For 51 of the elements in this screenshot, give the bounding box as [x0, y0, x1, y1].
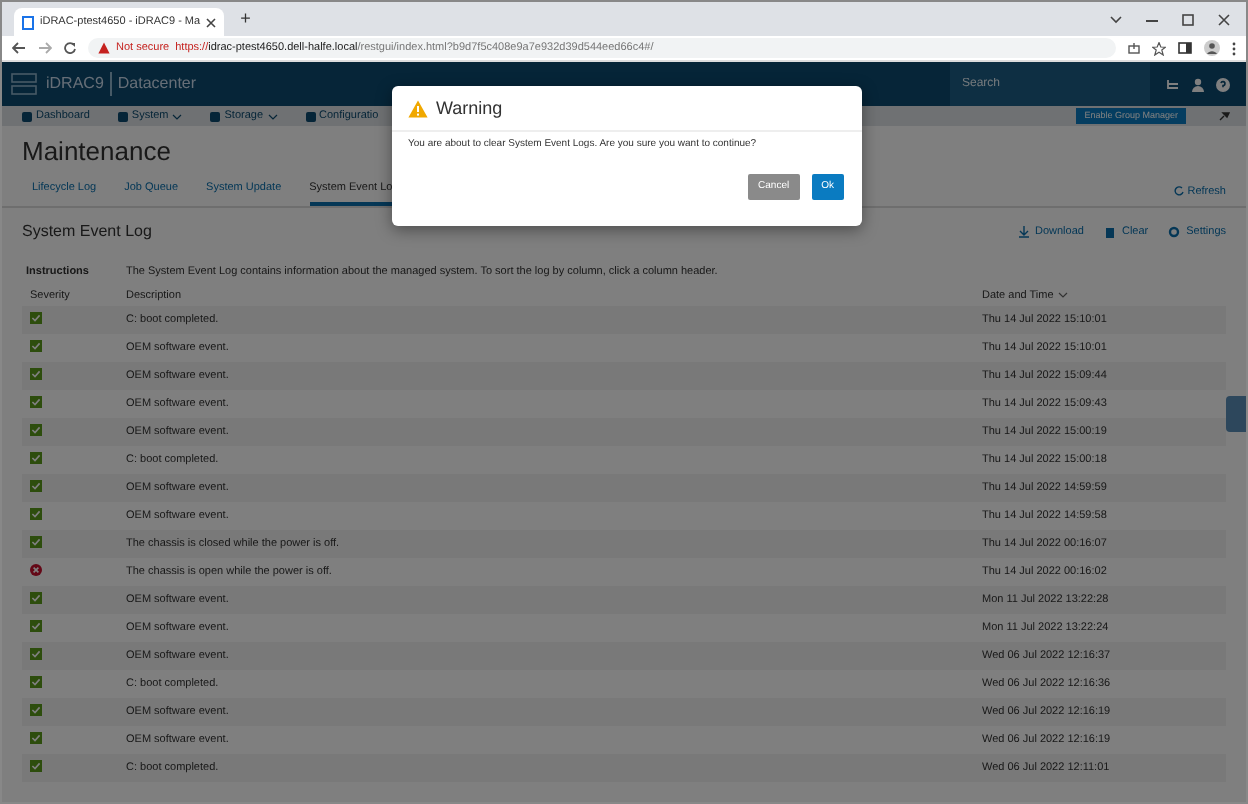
- settings-icon: [1168, 225, 1181, 238]
- minimize-icon[interactable]: [1146, 19, 1158, 21]
- help-icon[interactable]: [1216, 77, 1230, 91]
- nav-icon: [117, 111, 128, 121]
- close-icon[interactable]: [1218, 14, 1230, 26]
- status-ok-icon: [30, 452, 42, 465]
- server-icon: [10, 70, 38, 98]
- profile-icon[interactable]: [1204, 40, 1220, 56]
- status-ok-icon: [30, 424, 42, 437]
- back-icon[interactable]: [12, 42, 26, 54]
- status-ok-icon: [30, 396, 42, 409]
- status-ok-icon: [30, 592, 42, 605]
- section-title: System Event Log: [22, 219, 152, 244]
- status-critical-icon: [30, 564, 42, 577]
- star-icon[interactable]: [1152, 41, 1166, 55]
- sort-icon: [1057, 292, 1068, 299]
- chevron-icon[interactable]: [1110, 16, 1122, 24]
- status-ok-icon: [30, 760, 42, 773]
- status-ok-icon: [30, 536, 42, 549]
- nav-icon: [210, 111, 221, 121]
- status-ok-icon: [30, 312, 42, 325]
- page-title: Maintenance: [20, 134, 173, 170]
- sidebar-icon[interactable]: [1178, 42, 1192, 54]
- warning-icon: [98, 42, 110, 54]
- download-icon: [1017, 225, 1029, 238]
- status-ok-icon: [30, 704, 42, 717]
- status-ok-icon: [30, 732, 42, 745]
- new-tab-button[interactable]: +: [232, 5, 259, 36]
- status-ok-icon: [30, 508, 42, 521]
- page-icon: [22, 15, 34, 29]
- status-ok-icon: [30, 620, 42, 633]
- status-ok-icon: [30, 340, 42, 353]
- share-icon[interactable]: [1128, 42, 1140, 54]
- status-ok-icon: [30, 480, 42, 493]
- reload-icon[interactable]: [64, 42, 76, 54]
- status-ok-icon: [30, 368, 42, 381]
- nav-icon: [305, 111, 316, 121]
- nav-icon: [22, 111, 32, 121]
- warning-icon: [408, 100, 428, 119]
- status-ok-icon: [30, 676, 42, 689]
- side-handle[interactable]: [1226, 396, 1246, 432]
- user-icon[interactable]: [1192, 77, 1204, 91]
- maximize-icon[interactable]: [1182, 14, 1194, 26]
- dialog-title: Warning: [436, 96, 503, 122]
- pin-icon[interactable]: [1218, 110, 1230, 122]
- edition-label: Datacenter: [109, 72, 197, 96]
- close-icon[interactable]: [206, 17, 217, 27]
- status-ok-icon: [30, 648, 42, 661]
- refresh-icon: [1173, 186, 1184, 197]
- hierarchy-icon[interactable]: [1166, 78, 1180, 90]
- product-name: iDRAC9: [46, 72, 104, 96]
